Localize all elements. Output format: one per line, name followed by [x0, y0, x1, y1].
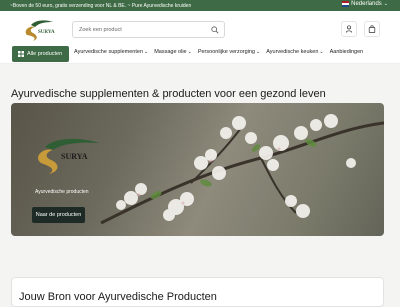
to-products-button[interactable]: Naar de producten [32, 207, 85, 223]
language-label: Nederlands [351, 1, 382, 7]
shopping-bag-icon [368, 25, 376, 33]
chevron-down-icon: ⌄ [187, 49, 192, 55]
account-button[interactable] [341, 21, 357, 37]
surya-hero-logo: SURYA [38, 138, 99, 174]
nav-item-ayurvedische-keuken[interactable]: Ayurvedische keuken ⌄ [266, 49, 323, 55]
announcement-bar: ~Boven de 50 euro, gratis verzending voo… [0, 0, 400, 11]
promo-text: ~Boven de 50 euro, gratis verzending voo… [10, 3, 192, 9]
all-products-button[interactable]: Alle producten [12, 46, 69, 62]
hero-caption: Ayurvedische producten [35, 189, 89, 195]
section-title: Jouw Bron voor Ayurvedische Producten [19, 291, 217, 303]
main-content: Ayurvedische supplementen & producten vo… [0, 64, 400, 307]
hero-logo-text: SURYA [61, 152, 88, 161]
hero-banner: SURYA Ayurvedische producten Naar de pro… [11, 103, 384, 236]
search-input[interactable] [79, 26, 209, 33]
search-box[interactable] [72, 21, 225, 38]
all-products-label: Alle producten [27, 51, 63, 57]
nav-item-persoonlijke-verzorging[interactable]: Persoonlijke verzorging ⌄ [198, 49, 260, 55]
main-navigation: Alle producten Ayurvedische supplementen… [0, 44, 400, 64]
nav-item-massage-olie[interactable]: Massage olie ⌄ [154, 49, 192, 55]
chevron-down-icon: ⌄ [319, 49, 324, 55]
language-selector[interactable]: Nederlands ⌄ [342, 1, 388, 7]
search-icon[interactable] [211, 26, 219, 34]
site-header: SURYA [0, 11, 400, 47]
cart-button[interactable] [364, 21, 380, 37]
grid-icon [18, 51, 24, 57]
svg-text:SURYA: SURYA [38, 30, 55, 35]
netherlands-flag-icon [342, 1, 350, 7]
surya-logo[interactable]: SURYA [21, 17, 57, 43]
nav-menu: Ayurvedische supplementen ⌄ Massage olie ⌄… [74, 49, 363, 55]
chevron-down-icon: ⌄ [144, 49, 149, 55]
nav-item-supplementen[interactable]: Ayurvedische supplementen ⌄ [74, 49, 148, 55]
intro-section: Jouw Bron voor Ayurvedische Producten [11, 277, 384, 307]
page-title: Ayurvedische supplementen & producten vo… [11, 88, 326, 100]
chevron-down-icon: ⌄ [383, 1, 388, 7]
chevron-down-icon: ⌄ [256, 49, 261, 55]
user-icon [345, 25, 353, 33]
nav-item-aanbiedingen[interactable]: Aanbiedingen [330, 49, 364, 55]
